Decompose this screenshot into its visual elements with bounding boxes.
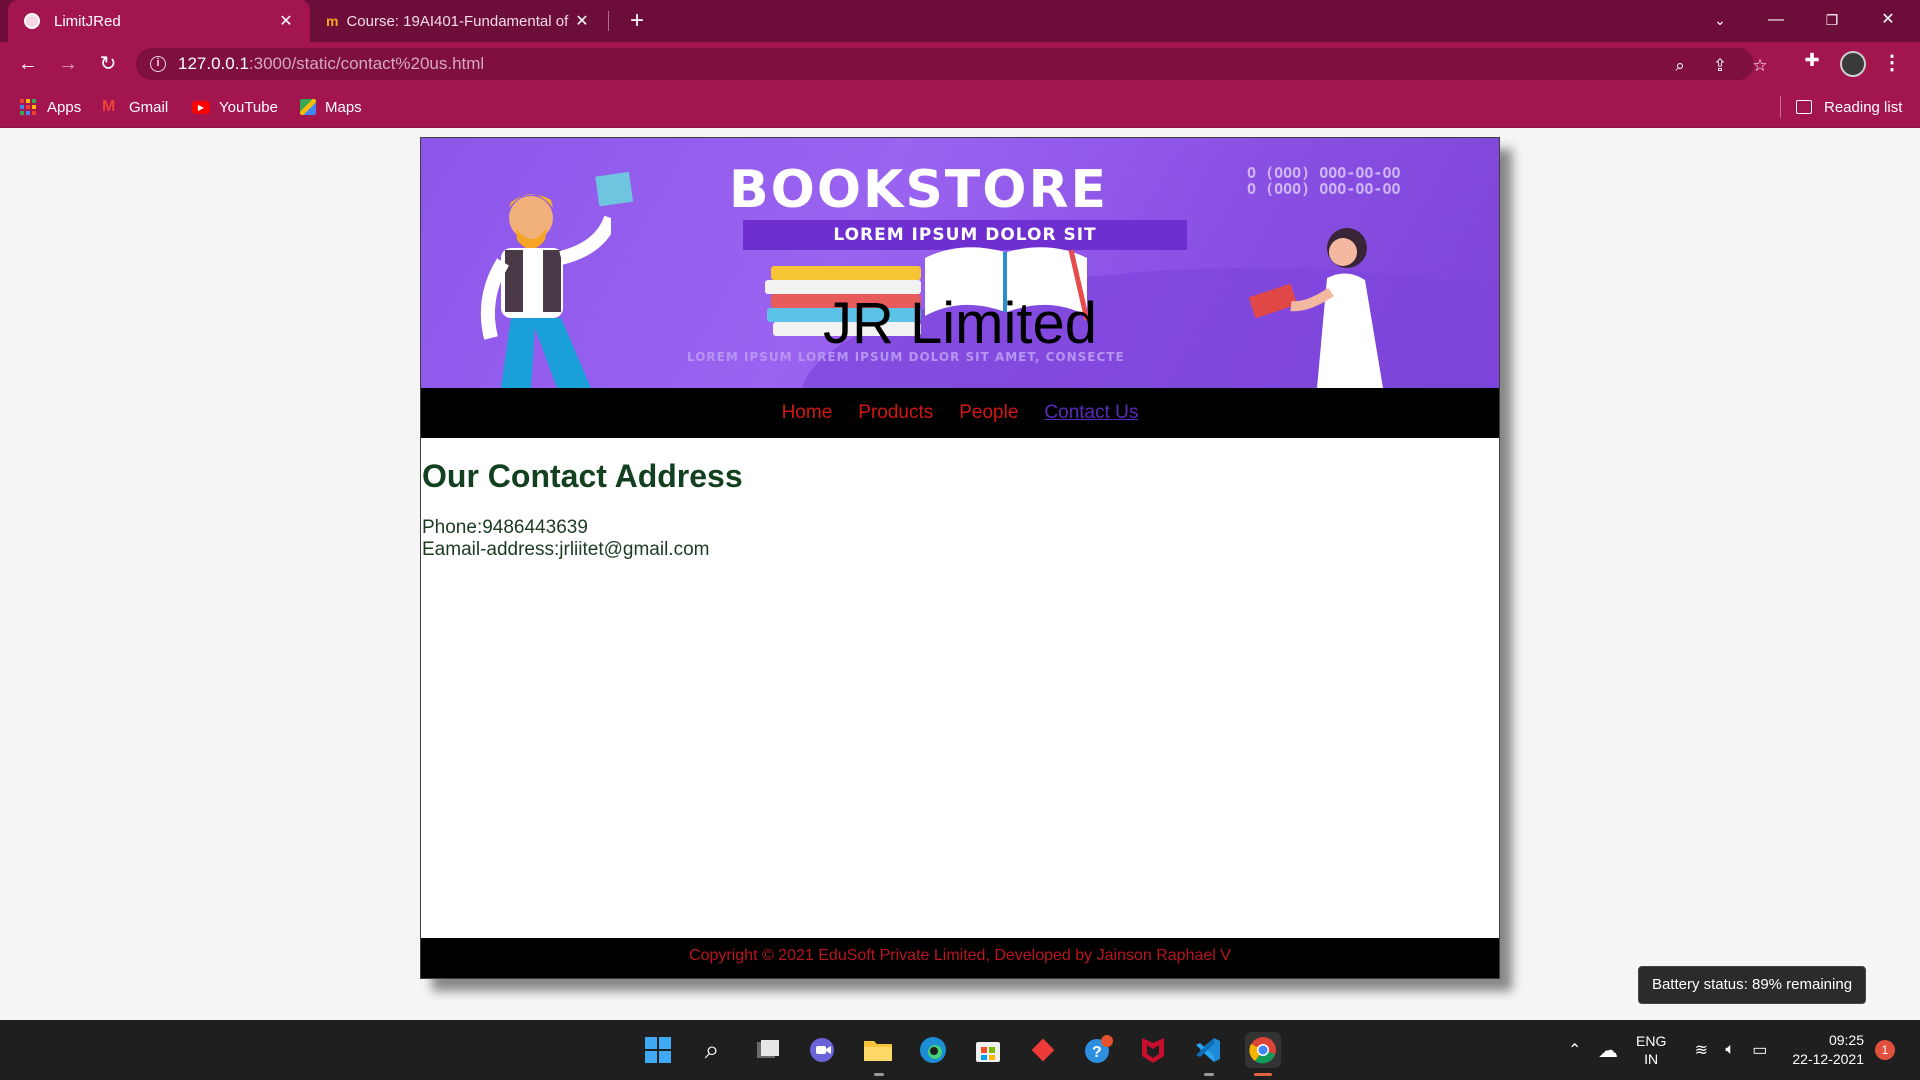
wifi-icon: ≋ xyxy=(1694,1042,1709,1059)
volume-icon: 🔈︎ xyxy=(1725,1041,1735,1058)
bookstore-banner: BOOKSTORE LOREM IPSUM DOLOR SIT O (OOO) … xyxy=(421,138,1499,388)
site-navigation: Home Products People Contact Us xyxy=(421,388,1499,438)
blue-book-icon xyxy=(595,171,634,207)
zoom-icon[interactable]: ⌕ xyxy=(1668,54,1692,78)
task-view-icon[interactable] xyxy=(750,1032,786,1068)
teams-chat-icon[interactable] xyxy=(805,1032,841,1068)
nav-contact-us-link[interactable]: Contact Us xyxy=(1044,402,1138,424)
explorer-running-indicator xyxy=(874,1073,884,1076)
windows-start-icon[interactable] xyxy=(640,1032,676,1068)
profile-avatar[interactable] xyxy=(1840,51,1866,77)
reading-list-icon xyxy=(1796,100,1812,114)
tab-title: LimitJRed xyxy=(54,12,121,30)
main-content: Our Contact Address Phone:9486443639 Eam… xyxy=(421,438,1499,938)
chrome-menu-icon[interactable]: ⋮ xyxy=(1882,50,1902,76)
share-icon[interactable]: ⇪ xyxy=(1708,54,1732,78)
address-bar[interactable]: i 127.0.0.1:3000/static/contact%20us.htm… xyxy=(136,48,1768,80)
show-hidden-icons-chevron-icon[interactable]: ⌃ xyxy=(1568,1020,1581,1080)
help-icon[interactable]: ? xyxy=(1080,1032,1116,1068)
vscode-icon[interactable] xyxy=(1190,1032,1226,1068)
banner-store-title: BOOKSTORE xyxy=(729,160,1109,220)
url-text[interactable]: 127.0.0.1:3000/static/contact%20us.html xyxy=(178,54,484,74)
gmail-icon: M xyxy=(102,98,116,115)
bookmark-label: Maps xyxy=(325,98,362,116)
url-path: :3000/static/contact%20us.html xyxy=(248,54,485,73)
window-close-button[interactable]: ✕ xyxy=(1860,0,1916,42)
bookmark-gmail[interactable]: M Gmail xyxy=(102,97,168,117)
bookmark-label: Apps xyxy=(47,98,82,116)
clock-time: 09:25 xyxy=(1828,1032,1864,1048)
language-label: ENG xyxy=(1636,1033,1667,1049)
restore-button[interactable]: ❐ xyxy=(1804,0,1860,42)
anydesk-icon[interactable] xyxy=(1025,1032,1061,1068)
close-icon[interactable]: ✕ xyxy=(572,11,592,31)
forward-arrow-icon[interactable]: → xyxy=(54,50,82,78)
apps-grid-icon xyxy=(20,99,38,115)
nav-people-link[interactable]: People xyxy=(959,402,1018,424)
reading-list-button[interactable]: Reading list xyxy=(1796,97,1902,117)
site-info-icon[interactable]: i xyxy=(150,56,166,72)
extensions-puzzle-icon[interactable]: ✚ xyxy=(1800,50,1824,74)
banner-phone: O (OOO) OOO-OO-OO xyxy=(1247,180,1401,198)
vscode-running-indicator xyxy=(1204,1073,1214,1076)
browser-titlebar: LimitJRed ✕ m Course: 19AI401-Fundamenta… xyxy=(0,0,1920,42)
bookmarks-bar: Apps M Gmail ▶ YouTube Maps Reading list xyxy=(0,86,1920,128)
bookmark-star-icon[interactable]: ☆ xyxy=(1748,54,1772,78)
tab-course[interactable]: m Course: 19AI401-Fundamental of ✕ xyxy=(314,0,604,42)
moodle-icon: m xyxy=(326,13,339,29)
battery-tooltip: Battery status: 89% remaining xyxy=(1638,966,1866,1004)
globe-icon xyxy=(24,13,40,29)
region-label: IN xyxy=(1644,1051,1659,1067)
page-container: BOOKSTORE LOREM IPSUM DOLOR SIT O (OOO) … xyxy=(420,137,1500,979)
reload-icon[interactable]: ↻ xyxy=(94,50,122,78)
close-icon[interactable]: ✕ xyxy=(276,11,296,31)
chrome-active-indicator xyxy=(1254,1073,1272,1076)
windows-taskbar: ⌕ ? ⌃ ☁ ENG IN ≋ 🔈︎ ▭ 09:25 22-12-2021 xyxy=(0,1020,1920,1080)
notification-badge[interactable]: 1 xyxy=(1875,1040,1895,1060)
bookmark-label: YouTube xyxy=(219,98,278,116)
maps-icon xyxy=(300,99,316,115)
url-host: 127.0.0.1 xyxy=(178,54,249,73)
bookmark-youtube[interactable]: ▶ YouTube xyxy=(192,97,278,117)
nav-home-link[interactable]: Home xyxy=(782,402,833,424)
minimize-button[interactable]: — xyxy=(1748,0,1804,42)
email-text: Eamail-address:jrliitet@gmail.com xyxy=(422,539,710,560)
page-heading: Our Contact Address xyxy=(422,458,743,494)
new-tab-button[interactable]: + xyxy=(622,6,652,36)
site-name: JR Limited xyxy=(823,291,1097,356)
chrome-icon[interactable] xyxy=(1245,1032,1281,1068)
tab-search-chevron-icon[interactable]: ⌄ xyxy=(1692,0,1748,42)
phone-text: Phone:9486443639 xyxy=(422,517,588,538)
onedrive-cloud-icon[interactable]: ☁ xyxy=(1598,1020,1618,1080)
bookmark-maps[interactable]: Maps xyxy=(300,97,362,117)
edge-browser-icon[interactable] xyxy=(915,1032,951,1068)
tab-limitjred[interactable]: LimitJRed ✕ xyxy=(8,0,310,42)
clock-date: 22-12-2021 xyxy=(1792,1051,1864,1067)
tab-separator xyxy=(608,11,609,31)
input-language-indicator[interactable]: ENG IN xyxy=(1636,1020,1666,1080)
mcafee-icon[interactable] xyxy=(1135,1032,1171,1068)
microsoft-store-icon[interactable] xyxy=(970,1032,1006,1068)
bookmark-apps[interactable]: Apps xyxy=(20,97,81,117)
back-arrow-icon[interactable]: ← xyxy=(14,50,42,78)
reading-list-label: Reading list xyxy=(1824,98,1903,116)
browser-toolbar: ← → ↻ i 127.0.0.1:3000/static/contact%20… xyxy=(0,42,1920,86)
quick-settings[interactable]: ≋ 🔈︎ ▭ xyxy=(1686,1020,1776,1080)
search-icon[interactable]: ⌕ xyxy=(694,1032,730,1068)
bookmarks-separator xyxy=(1780,96,1781,118)
bookmark-label: Gmail xyxy=(129,98,169,116)
battery-icon: ▭ xyxy=(1752,1042,1768,1059)
file-explorer-icon[interactable] xyxy=(860,1032,896,1068)
site-footer: Copyright © 2021 EduSoft Private Limited… xyxy=(421,938,1499,978)
nav-products-link[interactable]: Products xyxy=(858,402,933,424)
clock[interactable]: 09:25 22-12-2021 xyxy=(1786,1020,1864,1080)
web-page: BOOKSTORE LOREM IPSUM DOLOR SIT O (OOO) … xyxy=(0,128,1920,1020)
youtube-icon: ▶ xyxy=(192,100,210,114)
tab-title: Course: 19AI401-Fundamental of xyxy=(346,12,569,30)
svg-text:?: ? xyxy=(1092,1044,1102,1061)
